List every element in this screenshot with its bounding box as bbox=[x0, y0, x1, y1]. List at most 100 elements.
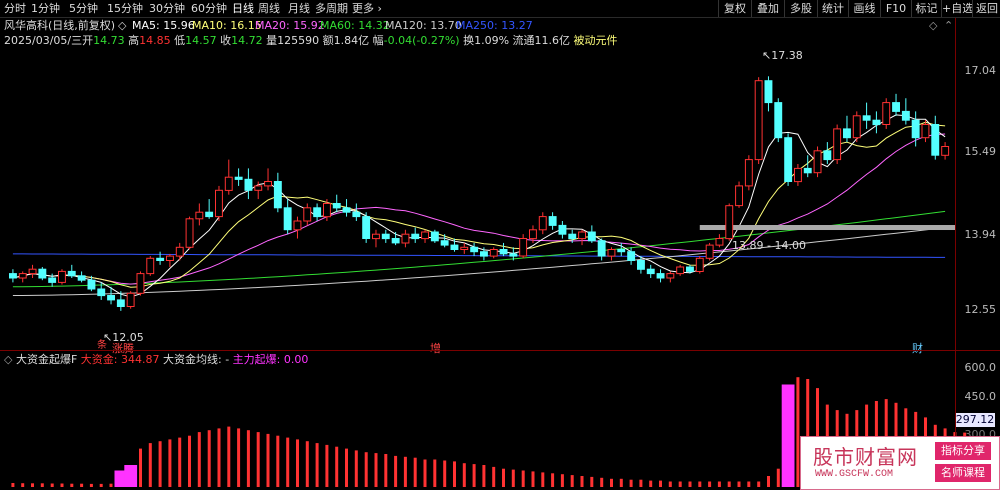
candle bbox=[293, 220, 302, 231]
candle bbox=[578, 231, 586, 240]
candle bbox=[695, 257, 704, 272]
event-zeng[interactable]: 增 bbox=[430, 340, 441, 356]
candle bbox=[538, 216, 547, 231]
pane-divider[interactable] bbox=[0, 350, 1000, 351]
indicator-bar bbox=[227, 426, 231, 487]
indicator-bar bbox=[521, 470, 525, 487]
indicator-bar bbox=[629, 479, 633, 487]
support-band bbox=[699, 225, 955, 231]
candle bbox=[931, 124, 940, 156]
candle bbox=[843, 128, 851, 139]
candle bbox=[744, 159, 753, 187]
indicator-bar bbox=[139, 448, 142, 487]
candle bbox=[587, 231, 596, 242]
indicator-bar bbox=[610, 478, 613, 487]
indicator-toggle-icon[interactable]: ◇ bbox=[4, 353, 12, 366]
indicator-bar-magenta bbox=[781, 384, 795, 487]
indicator-bar bbox=[296, 439, 299, 487]
indicator-bar bbox=[767, 476, 770, 487]
indicator-bar bbox=[541, 472, 545, 487]
indicator-bar bbox=[551, 473, 555, 487]
candle bbox=[803, 167, 812, 174]
kline-chart[interactable] bbox=[0, 0, 1000, 490]
price-tick: 13.94 bbox=[964, 228, 997, 241]
candle bbox=[470, 246, 479, 253]
candle bbox=[97, 288, 106, 297]
candle bbox=[9, 273, 17, 279]
candle bbox=[28, 268, 37, 275]
indicator-bar bbox=[335, 446, 339, 487]
course-badge[interactable]: 名师课程 bbox=[935, 464, 991, 482]
candle bbox=[882, 102, 891, 125]
candle bbox=[794, 167, 802, 183]
indicator-bar bbox=[197, 432, 201, 487]
indicator-bar bbox=[168, 439, 172, 487]
indicator-header: ◇ 大资金起爆F 大资金: 344.87 大资金均线: - 主力起爆: 0.00 bbox=[4, 353, 309, 366]
candle bbox=[264, 181, 273, 187]
indicator-bar bbox=[511, 469, 515, 487]
candle bbox=[48, 277, 57, 283]
indicator-bar bbox=[207, 430, 211, 487]
candle bbox=[480, 251, 488, 257]
candle bbox=[411, 233, 420, 240]
candle bbox=[18, 273, 27, 279]
candle bbox=[283, 207, 292, 231]
candle bbox=[401, 233, 410, 244]
indicator-bar bbox=[403, 456, 407, 487]
indicator-bar bbox=[217, 428, 221, 487]
indicator-bar bbox=[462, 463, 466, 487]
indicator-bar bbox=[659, 480, 662, 487]
indicator-bar bbox=[345, 448, 348, 487]
event-cai[interactable]: 财 bbox=[912, 340, 923, 356]
indicator-bar bbox=[50, 483, 54, 487]
candle bbox=[754, 80, 763, 161]
candle bbox=[568, 233, 577, 240]
indicator-bar bbox=[40, 483, 44, 487]
candle bbox=[548, 216, 557, 226]
candle bbox=[892, 102, 900, 112]
indicator-bar bbox=[394, 455, 398, 487]
indicator-bar bbox=[776, 468, 780, 487]
ma250-line bbox=[12, 253, 946, 258]
candle bbox=[637, 260, 645, 270]
candle bbox=[332, 203, 341, 209]
candle bbox=[852, 115, 861, 139]
indicator-bar bbox=[433, 459, 437, 487]
price-tick: 17.04 bbox=[964, 64, 997, 77]
candle bbox=[911, 119, 920, 139]
candle bbox=[215, 189, 223, 218]
candle bbox=[833, 128, 842, 161]
candle bbox=[509, 253, 518, 257]
indicator-title[interactable]: 大资金起爆F bbox=[16, 353, 77, 366]
indicator-bar bbox=[619, 478, 623, 487]
indicator-bar bbox=[443, 460, 447, 487]
candle bbox=[254, 185, 263, 191]
indicator-bar bbox=[178, 437, 182, 487]
candle bbox=[764, 80, 773, 104]
candle bbox=[87, 279, 96, 290]
candle bbox=[205, 211, 214, 218]
candle bbox=[862, 115, 871, 121]
candle bbox=[529, 229, 537, 240]
candle bbox=[774, 102, 783, 139]
candle bbox=[686, 266, 694, 272]
watermark-badge: 股市财富网 WWW.GSCFW.COM 指标分享 名师课程 bbox=[800, 436, 1000, 490]
candle bbox=[430, 231, 439, 242]
indicator-bar bbox=[747, 481, 751, 487]
indicator-bar bbox=[482, 465, 486, 487]
candle bbox=[676, 266, 685, 275]
indicator-bar bbox=[374, 453, 378, 487]
candle bbox=[715, 238, 724, 246]
indicator-bar bbox=[600, 477, 604, 487]
candle bbox=[519, 238, 528, 257]
indicator-bar bbox=[413, 457, 417, 487]
indicator-bar bbox=[266, 433, 270, 487]
indicator-bar bbox=[188, 435, 191, 487]
candle bbox=[185, 218, 194, 248]
indicator-bar bbox=[246, 430, 250, 487]
candle bbox=[146, 257, 155, 275]
candle bbox=[499, 249, 508, 255]
share-badge[interactable]: 指标分享 bbox=[935, 442, 991, 460]
indicator-bar bbox=[698, 481, 702, 487]
indicator-bar bbox=[11, 483, 15, 487]
